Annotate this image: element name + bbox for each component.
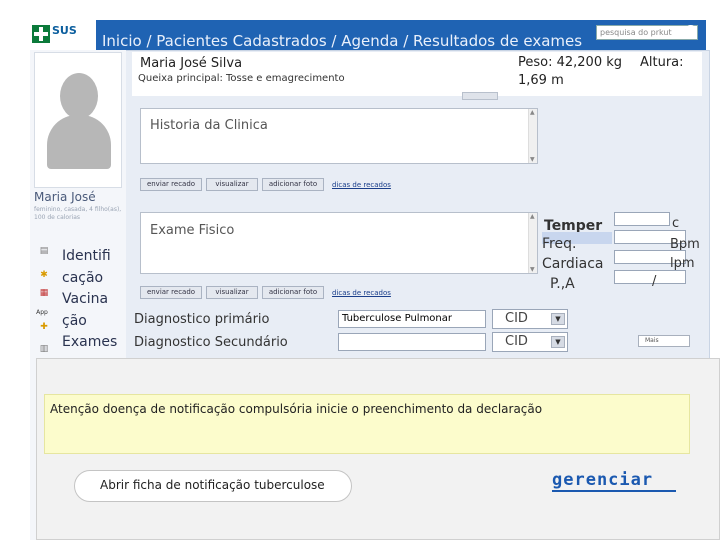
header-small-button[interactable] — [462, 92, 498, 100]
physical-exam-textarea[interactable] — [140, 212, 538, 274]
secondary-cid-select[interactable]: CID ▼ — [492, 332, 568, 352]
temperature-input[interactable] — [614, 212, 670, 226]
view-button[interactable]: visualizar — [206, 286, 258, 299]
freq-label: Freq. — [542, 236, 577, 252]
blood-pressure-label: P.,A — [550, 276, 575, 292]
chief-complaint: Queixa principal: Tosse e emagrecimento — [138, 73, 345, 84]
send-message-button[interactable]: enviar recado — [140, 178, 202, 191]
sus-logo[interactable]: SUS — [30, 22, 96, 46]
add-photo-button[interactable]: adicionar foto — [262, 178, 324, 191]
scrollbar[interactable] — [528, 213, 537, 273]
primary-diagnosis-input[interactable]: Tuberculose Pulmonar — [338, 310, 486, 328]
app-label: App — [36, 309, 48, 316]
blood-pressure-input[interactable] — [614, 270, 686, 284]
nav-exames[interactable]: Exames — [62, 334, 117, 350]
warning-icon[interactable]: ✱ — [38, 270, 50, 280]
cross-icon — [32, 25, 50, 43]
scrollbar[interactable] — [528, 109, 537, 163]
message-tips-link[interactable]: dicas de recados — [332, 289, 391, 297]
cid-label: CID — [505, 311, 528, 326]
manage-button[interactable]: gerenciar — [552, 470, 653, 490]
patient-weight: Peso: 42,200 kg — [518, 55, 623, 70]
avatar-head-shape — [60, 73, 98, 119]
chevron-down-icon[interactable]: ▼ — [551, 313, 565, 325]
open-notification-form-label[interactable]: Abrir ficha de notificação tuberculose — [100, 478, 325, 492]
logo-text: SUS — [52, 24, 77, 37]
patient-height-label: Altura: — [640, 55, 684, 70]
secondary-diagnosis-input[interactable] — [338, 333, 486, 351]
freq-card-unit: lpm — [670, 256, 695, 271]
secondary-diagnosis-label: Diagnostico Secundário — [134, 335, 288, 350]
view-button[interactable]: visualizar — [206, 178, 258, 191]
document-icon[interactable]: ▤ — [38, 246, 50, 256]
temperature-unit: c — [672, 216, 680, 231]
patient-info: feminino, casada, 4 filho(as), 100 de ca… — [34, 206, 122, 221]
cid-label: CID — [505, 334, 528, 349]
more-select[interactable]: Mais — [638, 335, 690, 347]
message-tips-link[interactable]: dicas de recados — [332, 181, 391, 189]
clinical-history-textarea[interactable] — [140, 108, 538, 164]
nav-identificacao-1[interactable]: Identifi — [62, 248, 111, 264]
nav-vacinacao-1[interactable]: Vacina — [62, 291, 108, 307]
blood-pressure-unit: / — [652, 274, 657, 289]
physical-exam-label: Exame Fisico — [150, 223, 235, 238]
patient-name: Maria José Silva — [140, 56, 243, 71]
add-photo-button[interactable]: adicionar foto — [262, 286, 324, 299]
primary-cid-select[interactable]: CID ▼ — [492, 309, 568, 329]
patient-short-name: Maria José — [34, 190, 96, 204]
avatar — [34, 52, 122, 188]
send-message-button[interactable]: enviar recado — [140, 286, 202, 299]
avatar-body-shape — [47, 115, 111, 169]
chevron-down-icon[interactable]: ▼ — [551, 336, 565, 348]
plus-icon[interactable]: ✚ — [38, 322, 50, 332]
breadcrumb[interactable]: Inicio / Pacientes Cadastrados / Agenda … — [102, 32, 582, 50]
calendar-icon[interactable]: ▦ — [38, 288, 50, 298]
search-input[interactable]: pesquisa do prkut — [596, 25, 698, 40]
search-icon[interactable]: Q — [686, 23, 695, 36]
freq-card-label: Cardiaca — [542, 256, 604, 272]
manage-underline — [552, 490, 676, 492]
clinical-history-label: Historia da Clinica — [150, 118, 268, 133]
primary-diagnosis-label: Diagnostico primário — [134, 312, 270, 327]
page-icon[interactable]: ▥ — [38, 344, 50, 354]
page: SUS Inicio / Pacientes Cadastrados / Age… — [0, 0, 720, 540]
patient-height-value: 1,69 m — [518, 73, 564, 88]
nav-identificacao-2[interactable]: cação — [62, 270, 103, 286]
alert-message: Atenção doença de notificação compulsóri… — [50, 402, 543, 416]
nav-vacinacao-2[interactable]: ção — [62, 313, 87, 329]
